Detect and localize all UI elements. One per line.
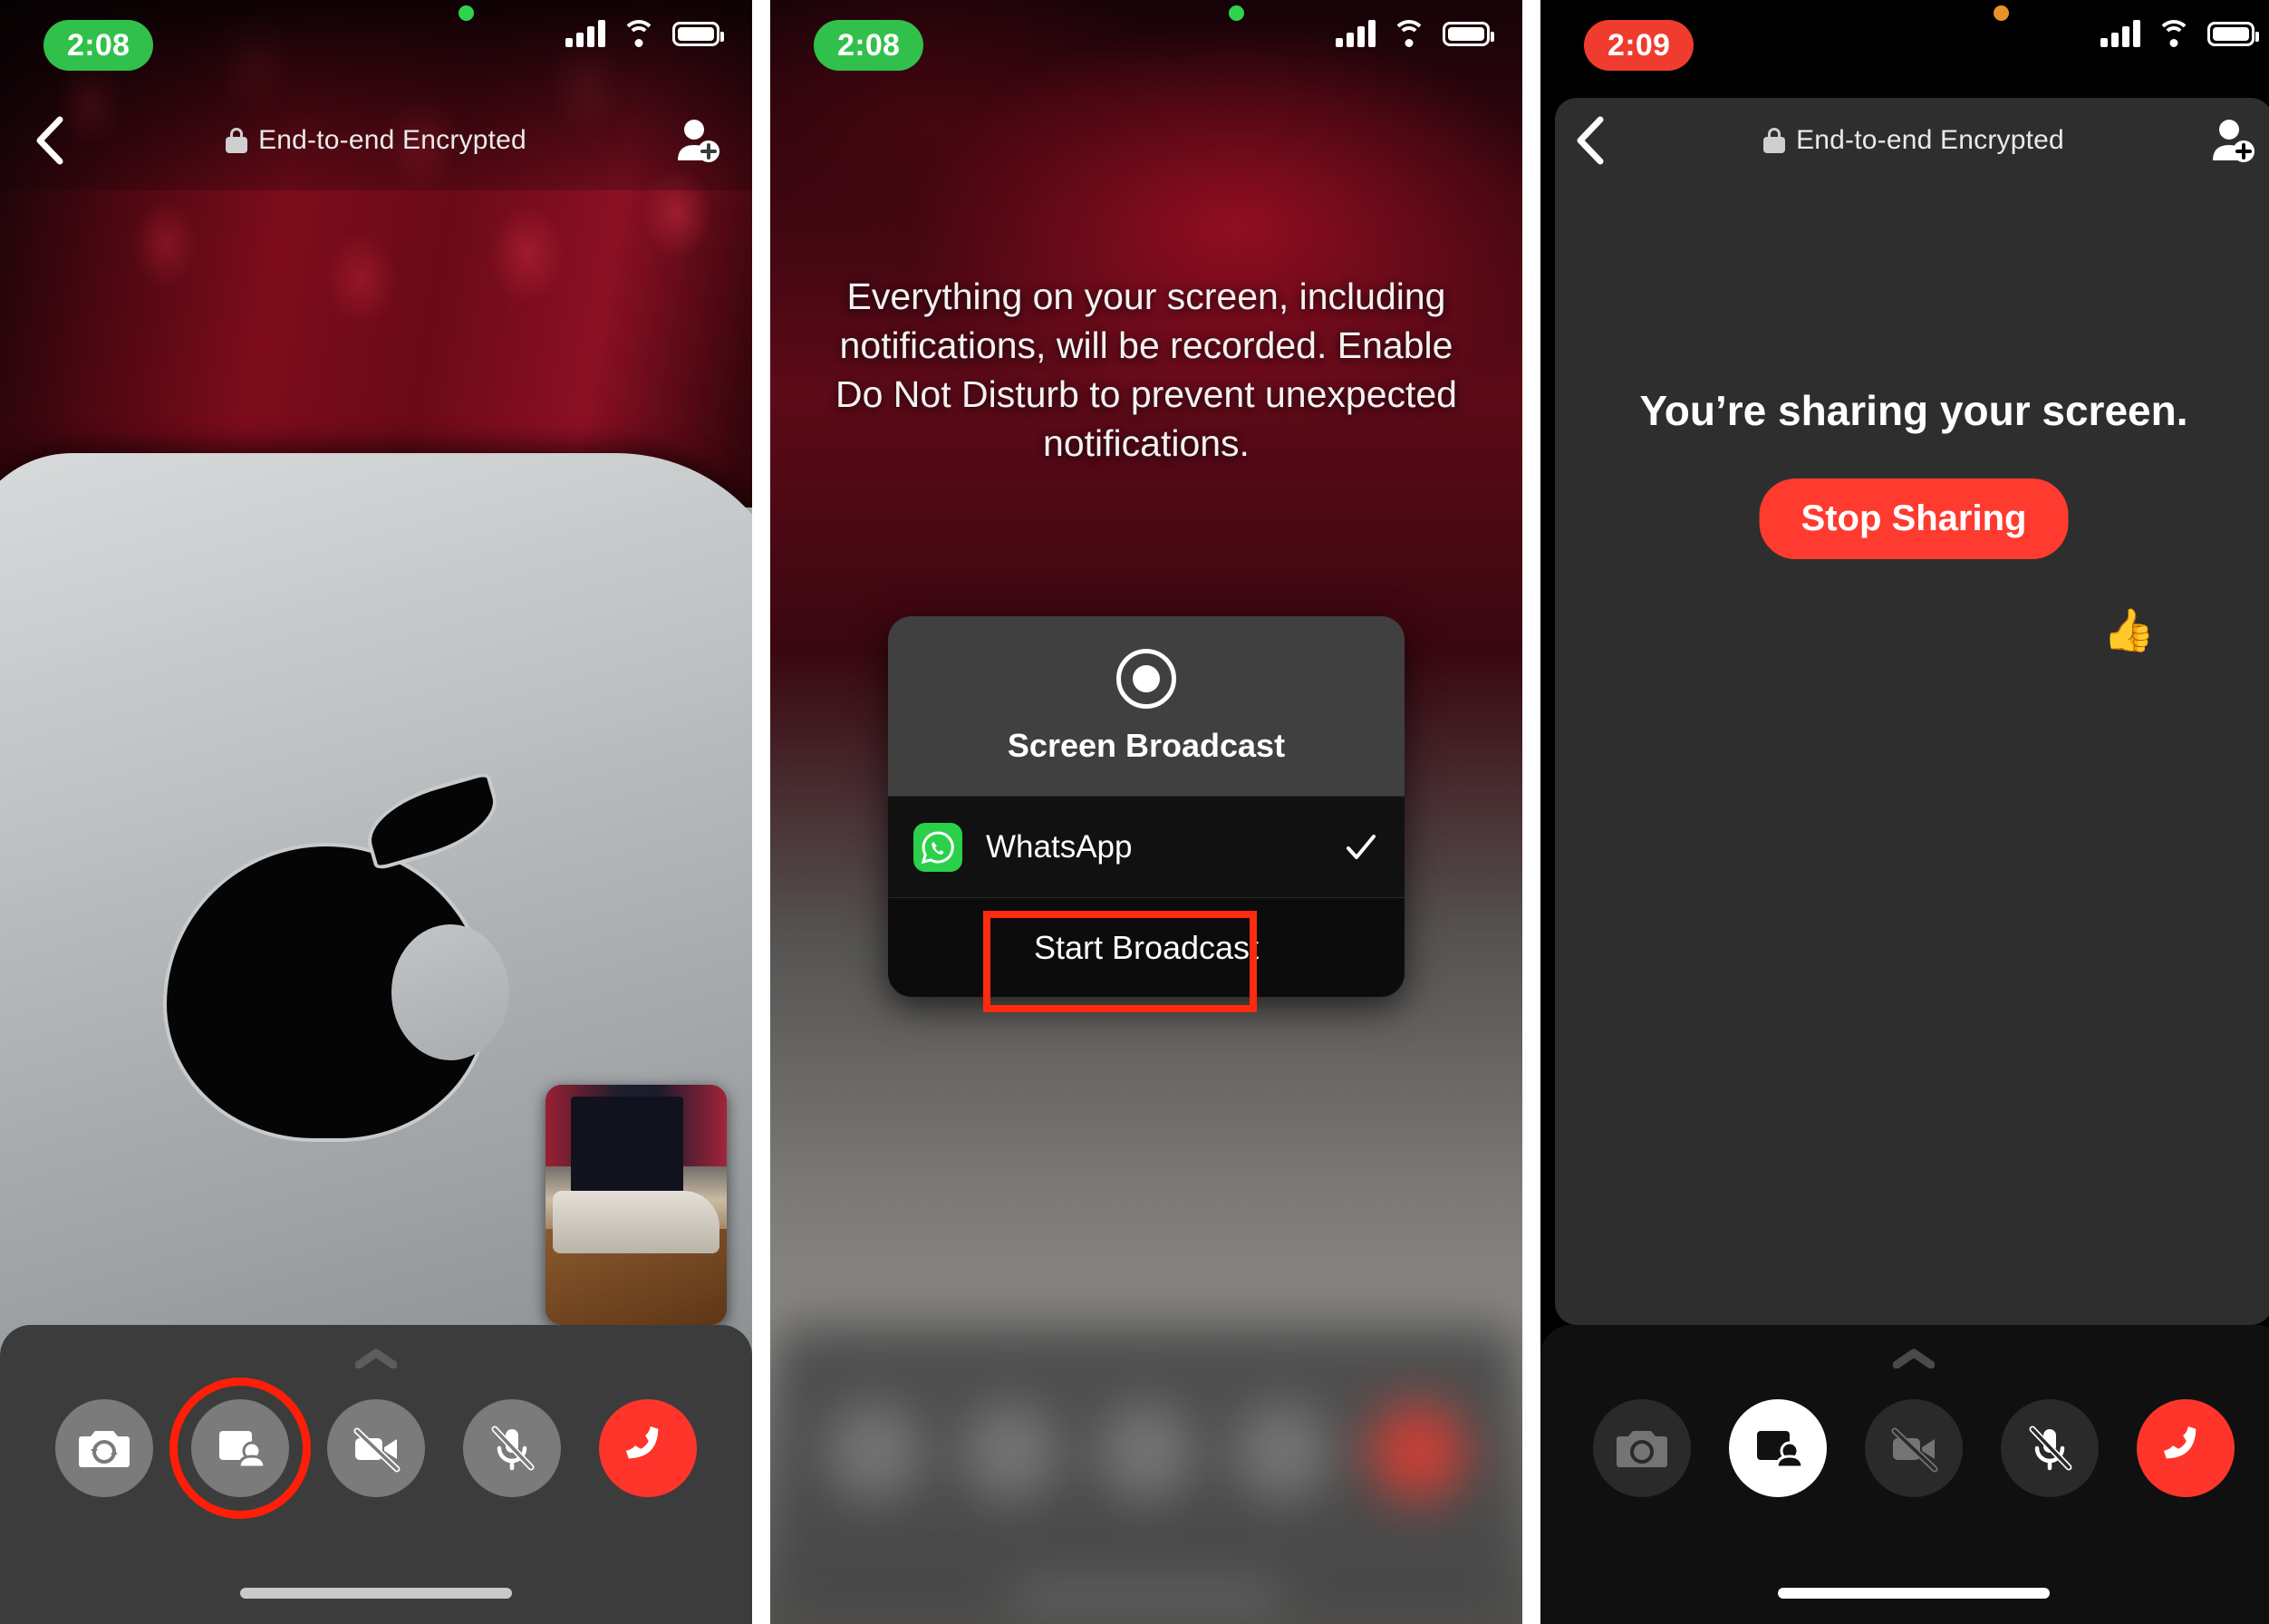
expand-chevron-icon[interactable] bbox=[1892, 1348, 1936, 1369]
battery-icon bbox=[1443, 21, 1494, 46]
home-indicator bbox=[240, 1588, 512, 1599]
end-call-button[interactable] bbox=[2137, 1399, 2235, 1497]
blurred-button-row bbox=[770, 1403, 1522, 1501]
call-controls-tray bbox=[1540, 1325, 2269, 1624]
privacy-indicator-dot bbox=[459, 5, 474, 21]
flip-camera-button[interactable] bbox=[55, 1399, 153, 1497]
battery-icon bbox=[2207, 21, 2259, 46]
status-bar: 2:09 bbox=[1540, 0, 2269, 91]
status-icons bbox=[459, 5, 724, 47]
broadcast-app-label: WhatsApp bbox=[986, 828, 1133, 865]
add-participant-icon[interactable] bbox=[671, 117, 721, 164]
status-bar: 2:08 bbox=[770, 0, 1522, 91]
blurred-flip-camera-button bbox=[826, 1403, 923, 1501]
lock-icon bbox=[1763, 128, 1786, 153]
mic-off-button[interactable] bbox=[463, 1399, 561, 1497]
share-screen-button[interactable] bbox=[1729, 1399, 1827, 1497]
blurred-end-call-button bbox=[1369, 1403, 1467, 1501]
battery-icon bbox=[672, 21, 724, 46]
call-navbar: End-to-end Encrypted bbox=[0, 100, 752, 181]
screenshot-canvas: 2:08 End-to-end Encrypted 2:08 Everythin… bbox=[0, 0, 2269, 1624]
call-controls-tray bbox=[0, 1325, 752, 1624]
encryption-label: End-to-end Encrypted bbox=[0, 125, 752, 156]
record-icon bbox=[1116, 649, 1176, 709]
lock-icon bbox=[226, 128, 248, 153]
sharing-status-area: You’re sharing your screen. Stop Sharing… bbox=[1555, 98, 2269, 1325]
nav-title-text: End-to-end Encrypted bbox=[1796, 125, 2064, 155]
panel-broadcast-sheet: 2:08 Everything on your screen, includin… bbox=[770, 0, 1522, 1624]
recording-warning-text: Everything on your screen, including not… bbox=[835, 276, 1457, 465]
add-participant-icon[interactable] bbox=[2206, 117, 2256, 164]
panel-divider-2 bbox=[1522, 0, 1540, 1624]
cellular-signal-icon bbox=[1336, 20, 1376, 47]
status-time-pill: 2:08 bbox=[814, 20, 924, 71]
apple-logo bbox=[163, 770, 509, 1142]
status-bar: 2:08 bbox=[0, 0, 752, 91]
privacy-indicator-dot bbox=[1229, 5, 1244, 21]
blurred-video-off-button bbox=[1097, 1403, 1195, 1501]
broadcast-app-row[interactable]: WhatsApp bbox=[888, 796, 1405, 897]
wifi-icon bbox=[1392, 20, 1426, 47]
self-view-thumbnail[interactable] bbox=[546, 1085, 727, 1325]
screen-broadcast-sheet: Screen Broadcast WhatsApp Start Broadcas… bbox=[888, 616, 1405, 997]
video-off-button[interactable] bbox=[1865, 1399, 1963, 1497]
mic-off-button[interactable] bbox=[2001, 1399, 2099, 1497]
panel-divider-1 bbox=[752, 0, 770, 1624]
expand-chevron-icon[interactable] bbox=[354, 1348, 398, 1369]
home-indicator bbox=[1010, 1588, 1282, 1599]
cellular-signal-icon bbox=[2100, 20, 2140, 47]
status-time-pill: 2:09 bbox=[1584, 20, 1695, 71]
status-icons bbox=[1994, 5, 2259, 47]
control-button-row bbox=[1540, 1399, 2269, 1497]
video-off-button[interactable] bbox=[327, 1399, 425, 1497]
sharing-headline: You’re sharing your screen. bbox=[1639, 387, 2188, 434]
nav-title-text: End-to-end Encrypted bbox=[258, 125, 526, 155]
blurred-mic-off-button bbox=[1233, 1403, 1331, 1501]
status-icons bbox=[1229, 5, 1494, 47]
sheet-header: Screen Broadcast bbox=[888, 616, 1405, 796]
sheet-title: Screen Broadcast bbox=[1007, 727, 1286, 764]
home-indicator bbox=[1778, 1588, 2050, 1599]
flip-camera-button[interactable] bbox=[1593, 1399, 1691, 1497]
control-button-row bbox=[0, 1378, 752, 1519]
wifi-icon bbox=[622, 20, 656, 47]
encryption-label: End-to-end Encrypted bbox=[1540, 125, 2269, 156]
panel-call-screen: 2:08 End-to-end Encrypted bbox=[0, 0, 752, 1624]
privacy-indicator-dot bbox=[1994, 5, 2009, 21]
end-call-button[interactable] bbox=[599, 1399, 697, 1497]
wifi-icon bbox=[2157, 20, 2191, 47]
start-broadcast-label: Start Broadcast bbox=[1033, 928, 1260, 966]
status-time-pill: 2:08 bbox=[43, 20, 154, 71]
call-navbar: End-to-end Encrypted bbox=[1540, 100, 2269, 181]
whatsapp-icon bbox=[913, 822, 962, 872]
blurred-controls-tray bbox=[770, 1325, 1522, 1624]
stop-sharing-button[interactable]: Stop Sharing bbox=[1759, 478, 2069, 559]
start-broadcast-button[interactable]: Start Broadcast bbox=[888, 897, 1405, 997]
blurred-share-screen-button bbox=[961, 1403, 1059, 1501]
checkmark-icon bbox=[1343, 829, 1379, 865]
panel-sharing-active: 2:09 End-to-end Encrypted You’re sharing… bbox=[1540, 0, 2269, 1624]
cellular-signal-icon bbox=[565, 20, 605, 47]
thumbs-up-emoji: 👍 bbox=[2102, 606, 2155, 653]
share-screen-button[interactable] bbox=[169, 1378, 311, 1519]
